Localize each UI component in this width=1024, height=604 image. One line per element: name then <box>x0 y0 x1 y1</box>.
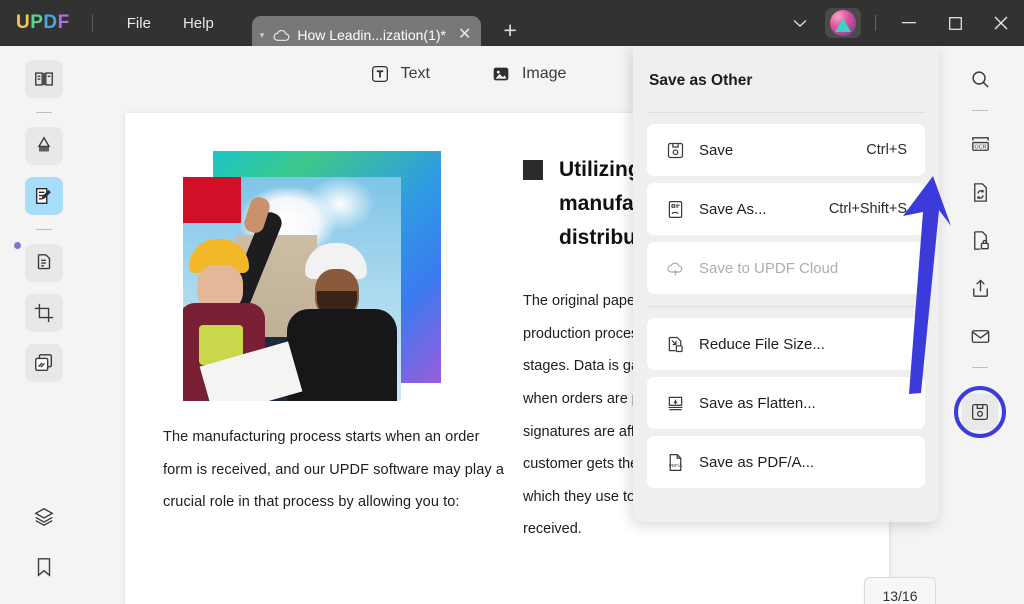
menu-file[interactable]: File <box>111 9 167 38</box>
envelope-icon <box>969 325 992 348</box>
construction-photo <box>183 177 401 401</box>
rail-divider-1 <box>36 112 52 113</box>
tab-caret-icon[interactable]: ▾ <box>260 30 265 41</box>
left-paragraph: The manufacturing process starts when an… <box>163 421 511 519</box>
page-indicator-value: 13/16 <box>882 588 917 604</box>
close-button[interactable] <box>978 0 1024 46</box>
save-as-icon <box>665 199 691 220</box>
tab-strip: ▾ How Leadin...ization(1)* ✕ + <box>252 0 517 46</box>
menu-item-flatten[interactable]: Save as Flatten... <box>647 377 925 429</box>
tab-title: How Leadin...ization(1)* <box>297 27 446 43</box>
sidebar-item-reader[interactable] <box>25 60 63 98</box>
menu-item-pdfa[interactable]: PDF/A Save as PDF/A... <box>647 436 925 488</box>
lock-document-icon <box>969 229 992 252</box>
flatten-icon <box>665 393 691 414</box>
cloud-upload-icon <box>665 258 691 279</box>
new-tab-button[interactable]: + <box>503 17 516 44</box>
tool-text[interactable]: Text <box>361 58 438 90</box>
document-image <box>183 151 441 401</box>
menu-group-2: Reduce File Size... Save as Flatten... P… <box>633 307 939 488</box>
menu-item-reduce-size-label: Reduce File Size... <box>699 336 825 353</box>
convert-refresh-icon <box>969 181 992 204</box>
tool-text-label: Text <box>401 65 430 83</box>
share-button[interactable] <box>961 269 999 307</box>
search-icon <box>969 68 992 91</box>
sidebar-item-highlight[interactable] <box>25 127 63 165</box>
cloud-icon <box>273 29 290 42</box>
sidebar-item-organize[interactable] <box>25 244 63 282</box>
tool-image[interactable]: Image <box>482 58 574 90</box>
title-bar: UPDF File Help ▾ How Leadin...ization(1)… <box>0 0 1024 46</box>
menu-item-reduce-size[interactable]: Reduce File Size... <box>647 318 925 370</box>
save-floppy-icon <box>665 140 691 161</box>
menu-item-flatten-label: Save as Flatten... <box>699 395 816 412</box>
menu-item-pdfa-label: Save as PDF/A... <box>699 454 814 471</box>
menu-item-save-as-shortcut: Ctrl+Shift+S <box>829 201 907 217</box>
save-button[interactable] <box>954 386 1006 438</box>
avatar-image <box>830 10 856 36</box>
convert-button[interactable] <box>961 173 999 211</box>
page-indicator[interactable]: 13/16 <box>864 577 936 604</box>
text-icon <box>369 63 391 85</box>
menu-item-save-label: Save <box>699 142 733 159</box>
rail-divider-2 <box>36 229 52 230</box>
chevron-down-icon[interactable] <box>781 8 819 39</box>
svg-text:OCR: OCR <box>974 144 986 150</box>
sidebar-item-batch[interactable] <box>25 344 63 382</box>
share-upload-icon <box>969 277 992 300</box>
active-indicator-dot <box>14 242 21 249</box>
titlebar-divider <box>92 14 93 32</box>
avatar[interactable] <box>825 8 861 38</box>
menu-item-save-shortcut: Ctrl+S <box>866 142 907 158</box>
ocr-button[interactable]: OCR <box>961 125 999 163</box>
sidebar-item-annotate[interactable] <box>25 177 63 215</box>
pdfa-icon: PDF/A <box>665 452 691 473</box>
window-divider <box>875 15 876 31</box>
menu-item-save-as-label: Save As... <box>699 201 767 218</box>
updf-logo: UPDF <box>16 12 70 34</box>
menu-help[interactable]: Help <box>167 9 230 38</box>
tool-image-label: Image <box>522 65 566 83</box>
logo-letter-f: F <box>58 12 70 34</box>
heading-bullet-square <box>523 160 543 180</box>
email-button[interactable] <box>961 317 999 355</box>
updf-window: UPDF File Help ▾ How Leadin...ization(1)… <box>0 0 1024 604</box>
save-floppy-icon <box>969 401 991 423</box>
right-sidebar: OCR <box>936 46 1024 604</box>
rail-divider-2 <box>972 367 988 368</box>
reduce-size-icon <box>665 334 691 355</box>
left-sidebar <box>0 46 88 604</box>
tab-close-icon[interactable]: ✕ <box>458 27 471 43</box>
search-button[interactable] <box>961 60 999 98</box>
menu-title: Save as Other <box>633 46 939 90</box>
left-paragraph-text: The manufacturing process starts when an… <box>163 421 511 519</box>
sidebar-item-layers[interactable] <box>25 498 63 536</box>
image-icon <box>490 63 512 85</box>
logo-letter-u: U <box>16 12 30 34</box>
ocr-icon: OCR <box>969 133 992 156</box>
minimize-button[interactable] <box>886 0 932 46</box>
logo-letter-d: D <box>43 12 57 34</box>
menu-item-save[interactable]: Save Ctrl+S <box>647 124 925 176</box>
menu-group-1: Save Ctrl+S Save As... Ctrl+Shift+S <box>633 113 939 294</box>
logo-letter-p: P <box>30 12 43 34</box>
sidebar-item-crop[interactable] <box>25 294 63 332</box>
menu-item-save-cloud: Save to UPDF Cloud <box>647 242 925 294</box>
window-controls <box>781 0 1024 46</box>
maximize-button[interactable] <box>932 0 978 46</box>
save-as-other-menu: Save as Other Save Ctrl+S <box>633 46 939 522</box>
rail-divider <box>972 110 988 111</box>
svg-text:PDF/A: PDF/A <box>669 462 683 467</box>
sidebar-item-bookmark[interactable] <box>25 548 63 586</box>
menu-item-save-cloud-label: Save to UPDF Cloud <box>699 260 838 277</box>
avatar-triangle-icon <box>835 18 851 32</box>
protect-button[interactable] <box>961 221 999 259</box>
menu-item-save-as[interactable]: Save As... Ctrl+Shift+S <box>647 183 925 235</box>
